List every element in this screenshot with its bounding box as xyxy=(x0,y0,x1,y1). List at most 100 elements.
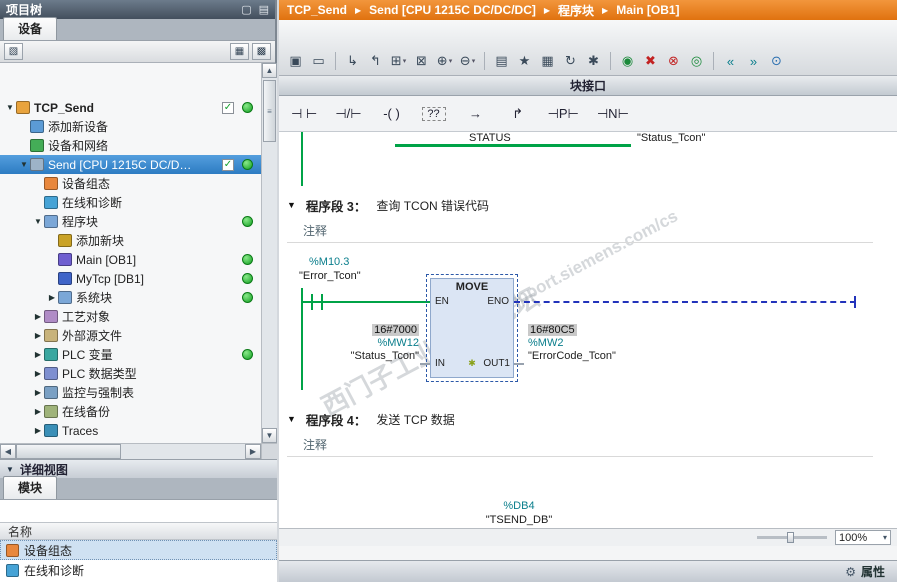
detail-row-online-diagnostics[interactable]: 在线和诊断 xyxy=(0,560,277,580)
free-form-logic-icon[interactable]: ▦ xyxy=(537,51,558,71)
panel-menu-icon[interactable]: ▤ xyxy=(259,3,269,16)
contact-operand-name[interactable]: "Error_Tcon" xyxy=(299,270,361,282)
nc-contact-icon[interactable]: ⊣/⊢ xyxy=(335,106,361,122)
properties-tab[interactable]: 属性 xyxy=(861,563,885,580)
tree-item-devices-networks[interactable]: 设备和网络 xyxy=(0,136,261,155)
favorites-icon[interactable]: ★ xyxy=(514,51,535,71)
panel-window-icon[interactable]: ▢ xyxy=(241,3,251,16)
tree-item-main-ob1[interactable]: Main [OB1] xyxy=(0,250,261,269)
expand-networks-icon[interactable]: ⊕ xyxy=(434,51,455,71)
tree-item-online-diagnostics[interactable]: 在线和诊断 xyxy=(0,193,261,212)
zoom-level-select[interactable]: 100% ▾ xyxy=(835,530,891,545)
scroll-down-icon[interactable]: ▼ xyxy=(262,428,277,443)
expander-icon[interactable]: ▼ xyxy=(32,217,44,226)
tree-horizontal-scrollbar[interactable]: ◀ ▶ xyxy=(0,443,277,459)
expander-icon[interactable]: ▶ xyxy=(46,293,58,302)
expander-icon[interactable]: ▶ xyxy=(32,388,44,397)
collapse-networks-icon[interactable]: ⊖ xyxy=(457,51,478,71)
stop-action-icon[interactable]: ⊗ xyxy=(663,51,684,71)
out-operand[interactable]: %MW2 xyxy=(528,337,668,350)
out-operand-name[interactable]: "ErrorCode_Tcon" xyxy=(528,350,668,363)
tree-item-send-cpu[interactable]: ▼ Send [CPU 1215C DC/DC/... ✓ xyxy=(0,155,261,174)
go-offline-icon[interactable]: ✖ xyxy=(640,51,661,71)
detail-row-device-config[interactable]: 设备组态 xyxy=(0,540,277,560)
zoom-slider[interactable] xyxy=(757,532,827,543)
block-interface-bar[interactable]: 块接口 xyxy=(279,76,897,96)
scroll-up-icon[interactable]: ▲ xyxy=(262,63,277,78)
tab-module[interactable]: 模块 xyxy=(3,476,58,499)
tree-item-plc-data-types[interactable]: ▶ PLC 数据类型 xyxy=(0,364,261,383)
new-item-icon[interactable]: ▧ xyxy=(4,43,23,60)
tab-devices[interactable]: 设备 xyxy=(3,17,58,40)
tree-vertical-scrollbar[interactable]: ▲ ≡ ▼ xyxy=(261,63,277,443)
expander-icon[interactable]: ▶ xyxy=(32,350,44,359)
jump-next-icon[interactable]: » xyxy=(743,51,764,71)
tree-item-system-blocks[interactable]: ▶ 系统块 xyxy=(0,288,261,307)
n-trigger-icon[interactable]: ⊣N⊢ xyxy=(597,106,629,122)
tree-item-project[interactable]: ▼ TCP_Send ✓ xyxy=(0,98,261,117)
show-comments-icon[interactable]: ▤ xyxy=(491,51,512,71)
go-online-icon[interactable]: ◉ xyxy=(617,51,638,71)
pin-eno[interactable]: ENO xyxy=(487,296,509,307)
tree-item-technology-objects[interactable]: ▶ 工艺对象 xyxy=(0,307,261,326)
expander-icon[interactable]: ▶ xyxy=(32,426,44,435)
coil-icon[interactable]: -( ) xyxy=(380,106,404,121)
tree-item-device-config[interactable]: 设备组态 xyxy=(0,174,261,193)
db-operand[interactable]: %DB4 xyxy=(459,500,579,512)
open-branch-icon[interactable]: ↳ xyxy=(342,51,363,71)
insert-network-icon[interactable]: ⊞ xyxy=(388,51,409,71)
open-branch-icon[interactable]: → xyxy=(464,106,488,121)
snapshot-icon[interactable]: ✱ xyxy=(583,51,604,71)
tree-item-external-sources[interactable]: ▶ 外部源文件 xyxy=(0,326,261,345)
contact-symbol[interactable] xyxy=(321,294,323,310)
column-view-icon[interactable]: ▦ xyxy=(230,43,249,60)
monitor-onoff-icon[interactable]: ◎ xyxy=(686,51,707,71)
collapse-icon[interactable]: ▼ xyxy=(287,414,296,424)
breadcrumb-device[interactable]: Send [CPU 1215C DC/DC/DC] xyxy=(369,3,536,17)
monitor-value[interactable]: 16#7000 xyxy=(372,324,419,336)
pin-in[interactable]: IN xyxy=(435,358,445,369)
scroll-right-icon[interactable]: ▶ xyxy=(245,444,261,459)
expander-icon[interactable]: ▼ xyxy=(4,103,16,112)
in-operand-name[interactable]: "Status_Tcon" xyxy=(315,350,419,363)
hscroll-thumb[interactable] xyxy=(16,444,121,459)
p-trigger-icon[interactable]: ⊣P⊢ xyxy=(548,106,579,122)
network-3-header[interactable]: ▼ 程序段 3： 查询 TCON 错误代码 xyxy=(279,196,897,214)
collapse-icon[interactable]: ▼ xyxy=(287,200,296,210)
breadcrumb-project[interactable]: TCP_Send xyxy=(287,3,347,17)
expander-icon[interactable]: ▼ xyxy=(18,160,30,169)
scroll-left-icon[interactable]: ◀ xyxy=(0,444,16,459)
vscroll-thumb[interactable]: ≡ xyxy=(263,80,276,142)
network-3-comment[interactable]: 注释 xyxy=(303,222,327,239)
empty-box-icon[interactable]: ?? xyxy=(421,106,446,121)
breadcrumb-main-ob1[interactable]: Main [OB1] xyxy=(616,3,679,17)
expander-icon[interactable]: ▶ xyxy=(32,407,44,416)
expander-icon[interactable]: ▶ xyxy=(32,331,44,340)
pin-en[interactable]: EN xyxy=(435,296,449,307)
zoom-slider-thumb[interactable] xyxy=(787,532,794,543)
db-operand-name[interactable]: "TSEND_DB" xyxy=(444,514,594,526)
contact-symbol[interactable] xyxy=(311,294,313,310)
absolute-operands-icon[interactable]: ▣ xyxy=(285,51,306,71)
jump-previous-icon[interactable]: « xyxy=(720,51,741,71)
tree-item-plc-tags[interactable]: ▶ PLC 变量 xyxy=(0,345,261,364)
move-instruction-box[interactable]: MOVE EN ENO IN OUT1 ✱ xyxy=(426,274,518,382)
tree-item-traces[interactable]: ▶ Traces xyxy=(0,421,261,440)
network-title-icon[interactable]: ▭ xyxy=(308,51,329,71)
status-operand[interactable]: "Status_Tcon" xyxy=(637,132,705,144)
split-view-icon[interactable]: ▩ xyxy=(252,43,271,60)
breadcrumb-program-blocks[interactable]: 程序块 xyxy=(558,2,594,19)
pin-out1[interactable]: OUT1 xyxy=(483,358,510,369)
expander-icon[interactable]: ▶ xyxy=(32,312,44,321)
tree-item-online-backups[interactable]: ▶ 在线备份 xyxy=(0,402,261,421)
tree-item-add-device[interactable]: 添加新设备 xyxy=(0,117,261,136)
no-contact-icon[interactable]: ⊣ ⊢ xyxy=(291,106,317,122)
contact-operand[interactable]: %M10.3 xyxy=(309,256,349,268)
network-4-header[interactable]: ▼ 程序段 4： 发送 TCP 数据 xyxy=(279,410,897,428)
tree-item-watch-tables[interactable]: ▶ 监控与强制表 xyxy=(0,383,261,402)
name-column-header[interactable]: 名称 xyxy=(0,522,277,540)
ladder-editor-canvas[interactable]: 西门子工业 技术论坛 support.siemens.com/cs STATUS… xyxy=(279,132,897,528)
in-operand[interactable]: %MW12 xyxy=(315,337,419,350)
close-branch-icon[interactable]: ↰ xyxy=(365,51,386,71)
monitor-value[interactable]: 16#80C5 xyxy=(528,324,577,336)
